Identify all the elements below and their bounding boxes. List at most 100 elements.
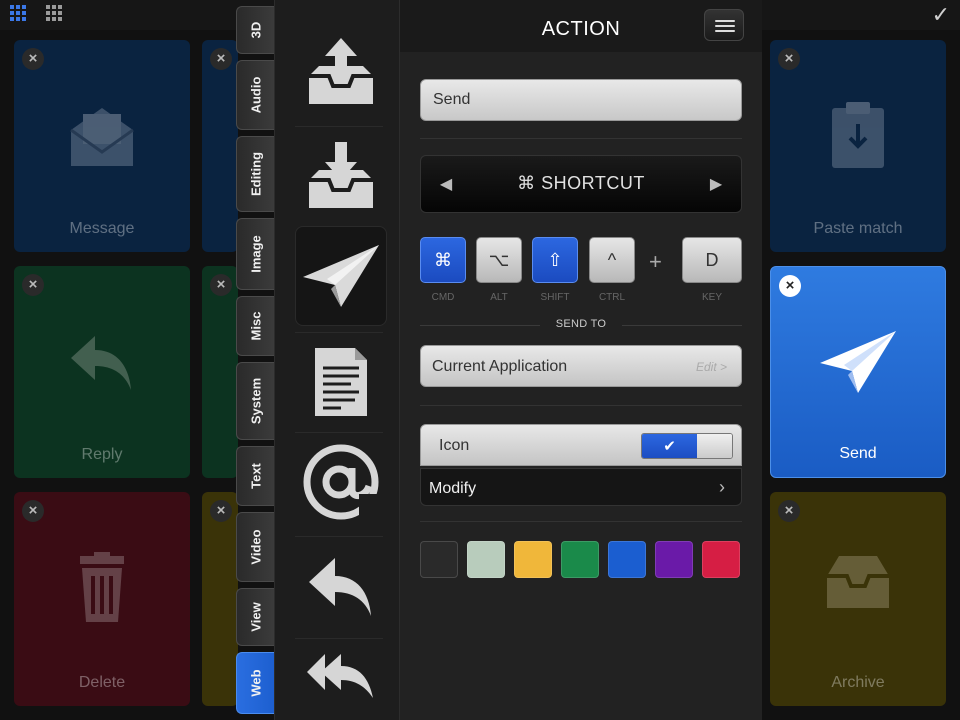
tab-3d[interactable]: 3D [236, 6, 274, 54]
alt-key-toggle[interactable]: ⌥ [476, 237, 522, 283]
document-icon[interactable] [295, 332, 387, 432]
color-swatch-green[interactable] [561, 541, 599, 578]
cmd-key-toggle[interactable]: ⌘ [420, 237, 466, 283]
divider [420, 138, 742, 139]
tab-editing[interactable]: Editing [236, 136, 274, 212]
tab-label: 3D [248, 21, 263, 39]
tile-reply[interactable]: × Reply [14, 266, 190, 478]
divider [622, 325, 742, 326]
shortcut-next-arrow-icon[interactable]: ▶ [701, 170, 731, 200]
paper-plane-icon [771, 327, 945, 402]
reply-icon [14, 326, 190, 401]
checkmark-icon: ✔ [642, 434, 697, 458]
tab-video[interactable]: Video [236, 512, 274, 582]
tile-label: Archive [831, 674, 885, 691]
tile-label: Send [839, 445, 877, 462]
alt-key-caption: ALT [490, 292, 508, 303]
envelope-icon [14, 100, 190, 175]
menu-icon [715, 20, 735, 22]
tab-label: Audio [248, 76, 263, 114]
ctrl-key-toggle[interactable]: ^ [589, 237, 635, 283]
tab-view[interactable]: View [236, 588, 274, 646]
tab-audio[interactable]: Audio [236, 60, 274, 130]
tile-close-icon[interactable]: × [210, 500, 232, 522]
tile-paste-match[interactable]: × Paste match [770, 40, 946, 252]
tile-close-icon[interactable]: × [210, 274, 232, 296]
tile-label: Reply [81, 446, 123, 463]
paper-plane-icon[interactable] [295, 226, 387, 326]
color-swatch-mint[interactable] [467, 541, 505, 578]
outbox-icon[interactable] [295, 22, 387, 122]
clipboard-icon [770, 100, 946, 175]
action-icon-strip [274, 0, 400, 720]
tile-message[interactable]: × Message [14, 40, 190, 252]
tab-label: Misc [248, 311, 263, 341]
tile-archive[interactable]: × Archive [770, 492, 946, 706]
edit-link[interactable]: Edit > [696, 360, 727, 374]
action-name-field[interactable]: Send [420, 79, 742, 121]
small-grid-view-icon[interactable] [46, 5, 66, 23]
tile-close-icon[interactable]: × [778, 48, 800, 70]
shift-key-caption: SHIFT [540, 292, 570, 303]
tab-label: Editing [248, 151, 263, 197]
ctrl-key-caption: CTRL [598, 292, 626, 303]
tile-close-icon[interactable]: × [22, 274, 44, 296]
divider [420, 405, 742, 406]
tile-delete[interactable]: × Delete [14, 492, 190, 706]
tile-close-icon[interactable]: × [210, 48, 232, 70]
tab-misc[interactable]: Misc [236, 296, 274, 356]
tab-system[interactable]: System [236, 362, 274, 440]
done-check-icon[interactable]: ✓ [932, 2, 950, 28]
tile-close-icon[interactable]: × [22, 48, 44, 70]
tile-close-icon[interactable]: × [779, 275, 801, 297]
tile-partial-yellow[interactable]: × [202, 492, 238, 706]
trash-icon [14, 552, 190, 629]
color-swatch-red[interactable] [702, 541, 740, 578]
action-panel: ACTION Send ◀ ⌘ SHORTCUT ▶ ⌘ CMD ⌥ ALT ⇧… [400, 0, 762, 720]
color-swatch-dark[interactable] [420, 541, 458, 578]
modify-label: Modify [429, 480, 477, 497]
modify-row[interactable]: Modify › [420, 468, 742, 506]
chevron-right-icon: › [719, 477, 725, 497]
tile-close-icon[interactable]: × [778, 500, 800, 522]
color-swatch-purple[interactable] [655, 541, 693, 578]
tile-label: Delete [78, 674, 126, 691]
tab-label: View [248, 602, 263, 632]
tab-label: Text [248, 463, 263, 489]
icon-toggle[interactable]: ✔ [641, 433, 733, 459]
tab-label: Web [248, 669, 263, 697]
tab-image[interactable]: Image [236, 218, 274, 290]
tile-label: Paste match [813, 220, 903, 237]
icon-label: Icon [439, 437, 470, 454]
grid-view-icon[interactable] [10, 5, 30, 23]
tile-close-icon[interactable]: × [22, 500, 44, 522]
key-field[interactable]: D [682, 237, 742, 283]
send-to-label: SEND TO [555, 318, 607, 330]
reply-all-icon[interactable] [295, 642, 387, 698]
tab-web[interactable]: Web [236, 652, 274, 714]
toggle-knob [697, 434, 732, 458]
tab-label: Image [248, 235, 263, 273]
reply-icon[interactable] [295, 536, 387, 636]
send-to-field[interactable]: Current Application Edit > [420, 345, 742, 387]
color-swatch-yellow[interactable] [514, 541, 552, 578]
tile-partial-green[interactable]: × [202, 266, 238, 478]
at-sign-icon[interactable] [295, 432, 387, 532]
color-swatch-blue[interactable] [608, 541, 646, 578]
tile-partial-blue[interactable]: × [202, 40, 238, 252]
plus-sign: + [649, 249, 662, 274]
send-to-value: Current Application [432, 358, 568, 375]
shift-key-toggle[interactable]: ⇧ [532, 237, 578, 283]
inbox-icon[interactable] [295, 126, 387, 226]
key-caption: KEY [701, 292, 722, 303]
app-root: ✓ × Message × × Reply × × Delete × × Pas… [0, 0, 960, 720]
tile-send[interactable]: × Send [770, 266, 946, 478]
tab-label: System [248, 377, 263, 425]
archive-box-icon [770, 552, 946, 617]
shortcut-label: ⌘ SHORTCUT [517, 173, 645, 193]
tile-label: Message [69, 220, 135, 237]
tab-text[interactable]: Text [236, 446, 274, 506]
shortcut-selector[interactable]: ◀ ⌘ SHORTCUT ▶ [420, 155, 742, 213]
cmd-key-caption: CMD [431, 292, 455, 303]
menu-button[interactable] [704, 9, 744, 41]
